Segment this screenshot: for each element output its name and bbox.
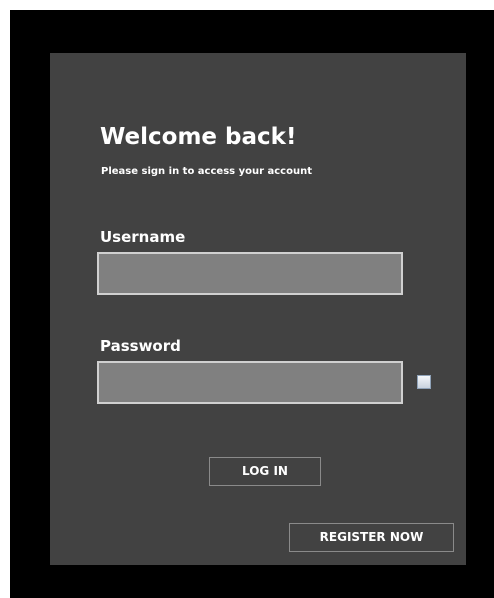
username-label: Username xyxy=(100,228,186,246)
password-input[interactable] xyxy=(97,361,403,404)
register-button[interactable]: REGISTER NOW xyxy=(289,523,454,552)
username-input[interactable] xyxy=(97,252,403,295)
show-password-checkbox[interactable] xyxy=(417,375,431,389)
login-button[interactable]: LOG IN xyxy=(209,457,321,486)
password-label: Password xyxy=(100,337,181,355)
page-subtitle: Please sign in to access your account xyxy=(101,166,312,177)
page-title: Welcome back! xyxy=(100,124,297,150)
